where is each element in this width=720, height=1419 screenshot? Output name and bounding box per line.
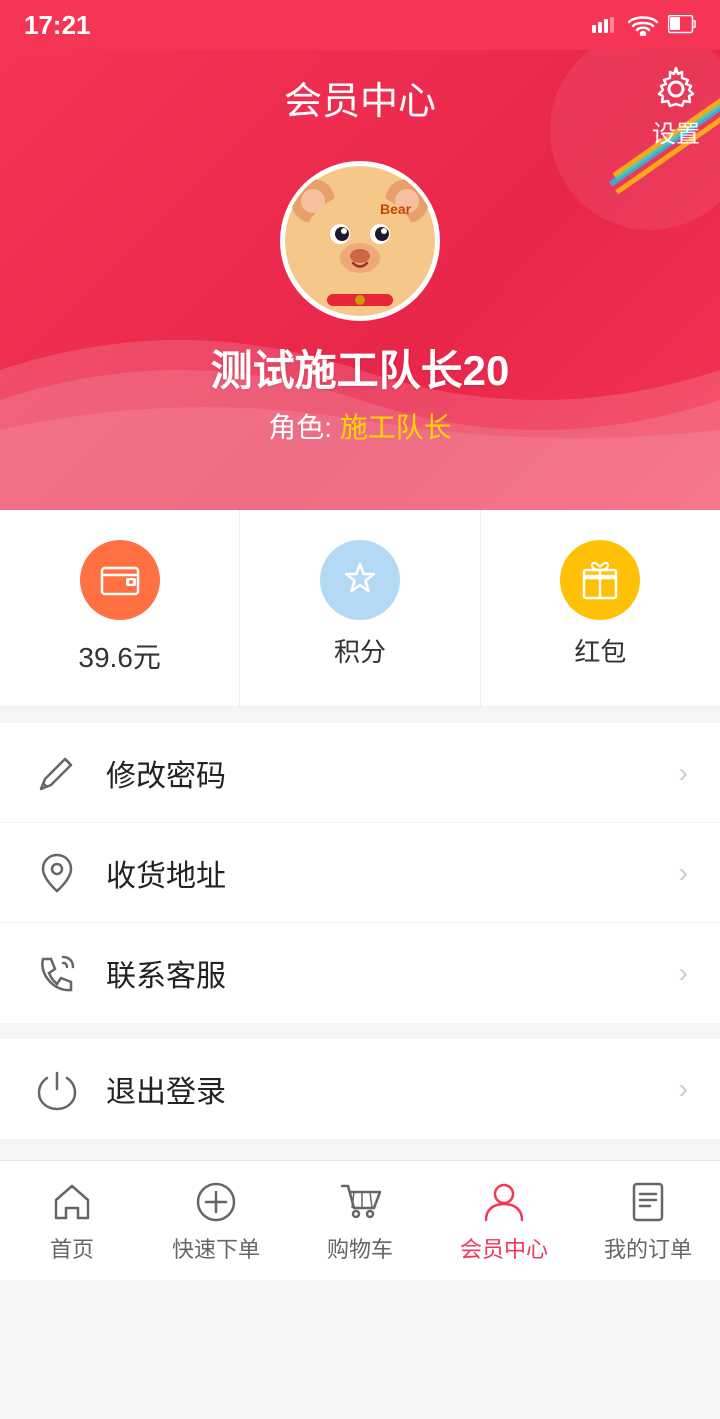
star-icon: [338, 558, 382, 602]
wifi-icon: [628, 14, 658, 36]
menu-item-contact-service[interactable]: 联系客服 ›: [0, 923, 720, 1023]
status-icons: [592, 14, 696, 36]
cart-nav-icon: [336, 1178, 384, 1226]
nav-item-quick-order[interactable]: 快速下单: [144, 1161, 288, 1280]
phone-icon: [32, 948, 82, 998]
profile-section: Bear 测试施工队长20 角色: 施工队长: [0, 141, 720, 446]
arrow-icon-shipping-address: ›: [679, 857, 688, 889]
location-icon: [32, 848, 82, 898]
header-section: 设置 会员中心: [0, 50, 720, 510]
nav-item-cart[interactable]: 购物车: [288, 1161, 432, 1280]
redpacket-icon-circle: [560, 540, 640, 620]
bear-avatar-image: Bear: [285, 166, 435, 316]
orders-nav-icon: [624, 1178, 672, 1226]
status-bar: 17:21: [0, 0, 720, 50]
menu-text-change-password: 修改密码: [106, 751, 679, 795]
avatar: Bear: [280, 161, 440, 321]
arrow-icon-contact-service: ›: [679, 957, 688, 989]
section-divider: [0, 1023, 720, 1039]
stat-wallet[interactable]: 39.6元: [0, 510, 240, 706]
settings-button[interactable]: 设置: [652, 66, 700, 149]
menu-text-contact-service: 联系客服: [106, 951, 679, 995]
menu-item-shipping-address[interactable]: 收货地址 ›: [0, 823, 720, 923]
nav-item-member[interactable]: 会员中心: [432, 1161, 576, 1280]
arrow-icon-change-password: ›: [679, 757, 688, 789]
menu-item-logout[interactable]: 退出登录 ›: [0, 1039, 720, 1139]
arrow-icon-logout: ›: [679, 1073, 688, 1105]
points-label: 积分: [334, 632, 386, 669]
battery-icon: [668, 15, 696, 35]
menu-item-change-password[interactable]: 修改密码 ›: [0, 723, 720, 823]
menu-text-logout: 退出登录: [106, 1067, 679, 1111]
role-value: 施工队长: [340, 412, 452, 443]
member-nav-icon: [480, 1178, 528, 1226]
wallet-value: 39.6元: [78, 636, 161, 676]
wallet-icon-circle: [80, 540, 160, 620]
points-icon-circle: [320, 540, 400, 620]
stat-points[interactable]: 积分: [240, 510, 480, 706]
logout-section: 退出登录 ›: [0, 1039, 720, 1139]
svg-text:Bear: Bear: [380, 201, 412, 217]
gift-icon: [578, 558, 622, 602]
nav-label-quick-order: 快速下单: [172, 1232, 260, 1264]
nav-label-cart: 购物车: [327, 1232, 393, 1264]
gear-icon: [653, 66, 699, 112]
nav-item-home[interactable]: 首页: [0, 1161, 144, 1280]
bottom-navigation: 首页 快速下单 购物车 会员中心: [0, 1160, 720, 1280]
quick-order-nav-icon: [192, 1178, 240, 1226]
time: 17:21: [24, 10, 91, 41]
nav-item-orders[interactable]: 我的订单: [576, 1161, 720, 1280]
role-line: 角色: 施工队长: [268, 406, 452, 446]
stats-row: 39.6元 积分 红包: [0, 510, 720, 707]
nav-label-member: 会员中心: [460, 1232, 548, 1264]
redpacket-label: 红包: [574, 632, 626, 669]
home-nav-icon: [48, 1178, 96, 1226]
wallet-icon: [98, 558, 142, 602]
nav-label-home: 首页: [50, 1232, 94, 1264]
username: 测试施工队长20: [211, 337, 510, 398]
stat-redpacket[interactable]: 红包: [481, 510, 720, 706]
menu-text-shipping-address: 收货地址: [106, 851, 679, 895]
menu-section: 修改密码 › 收货地址 › 联系客服: [0, 723, 720, 1023]
power-icon: [32, 1064, 82, 1114]
signal-icon: [592, 17, 618, 33]
edit-icon: [32, 748, 82, 798]
nav-label-orders: 我的订单: [604, 1232, 692, 1264]
role-prefix: 角色:: [268, 412, 332, 443]
